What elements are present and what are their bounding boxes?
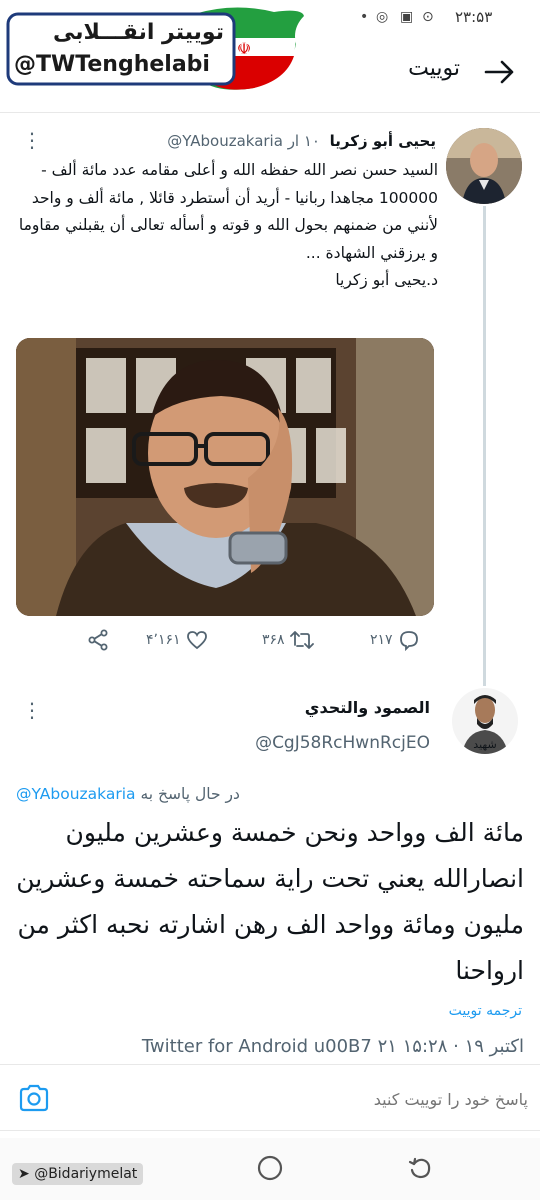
- header-divider: [0, 112, 540, 113]
- retweet-count: ۳۶۸: [262, 632, 285, 648]
- page-title: توییت: [408, 56, 460, 81]
- author-name[interactable]: الصمود والتحدي: [230, 698, 430, 717]
- meta-divider: [0, 1064, 540, 1065]
- status-time: ۲۳:۵۳: [455, 8, 493, 26]
- reply-button[interactable]: ۲۱۷: [370, 628, 421, 658]
- svg-text:شهيد: شهيد: [473, 738, 496, 751]
- circle-icon: ⊙: [422, 9, 434, 25]
- credit-badge: ➤ @Bidariymelat: [12, 1163, 144, 1185]
- like-count: ۴٬۱۶۱: [146, 632, 181, 648]
- avatar[interactable]: شهيد: [452, 688, 518, 754]
- telegram-icon: ➤: [18, 1166, 30, 1182]
- more-icon[interactable]: ⋮: [22, 698, 42, 722]
- replying-to: @YAbouzakaria در حال پاسخ به: [16, 785, 286, 803]
- watermark-logo: ☫ توییتر انقـــلابی @TWTenghelabi: [4, 4, 304, 92]
- camera-button[interactable]: [18, 1083, 50, 1113]
- avatar[interactable]: [446, 128, 522, 204]
- retweet-icon: [290, 631, 314, 649]
- share-button[interactable]: [86, 628, 110, 658]
- retweet-button[interactable]: ۳۶۸: [262, 628, 315, 658]
- reply-icon: [400, 631, 418, 652]
- compose-divider: [0, 1130, 540, 1131]
- gallery-icon: ▣: [400, 9, 414, 25]
- like-button[interactable]: ۴٬۱۶۱: [146, 628, 209, 658]
- credit-label: @Bidariymelat: [34, 1166, 138, 1182]
- thread-line: [483, 206, 486, 686]
- back-button[interactable]: [478, 52, 522, 92]
- home-circle-icon[interactable]: [256, 1154, 284, 1182]
- handle-text: @YAbouzakaria: [167, 132, 283, 150]
- back-arrow-icon: [484, 60, 514, 84]
- tweet-photo[interactable]: [16, 338, 434, 616]
- reply-to-link[interactable]: @YAbouzakaria: [16, 785, 136, 803]
- tweet-text: السيد حسن نصر الله حفظه الله و أعلى مقام…: [18, 161, 438, 289]
- reply-input[interactable]: [100, 1084, 530, 1114]
- svg-text:☫: ☫: [237, 39, 251, 58]
- author-handle[interactable]: @YAbouzakaria ۱۰ ار: [150, 132, 320, 150]
- author-handle[interactable]: @CgJ58RcHwnRcjEO: [200, 733, 430, 753]
- watermark-title: توییتر انقـــلابی: [52, 20, 224, 45]
- author-name[interactable]: يحيى أبو زكريا: [320, 132, 436, 150]
- dot-icon: •: [360, 9, 369, 25]
- translate-link[interactable]: ترجمه توییت: [320, 1003, 522, 1019]
- recent-icon[interactable]: [406, 1154, 434, 1182]
- tweet-time: ۱۰ ار: [287, 132, 320, 150]
- watermark-handle: @TWTenghelabi: [14, 52, 210, 77]
- tweet-text: مائة الف وواحد ونحن خمسة وعشرين مليون ان…: [16, 818, 524, 985]
- whatsapp-icon: ◎: [376, 9, 389, 25]
- camera-icon: [19, 1084, 49, 1112]
- reply-count: ۲۱۷: [370, 632, 393, 648]
- share-icon: [88, 629, 108, 651]
- like-icon: [187, 631, 207, 650]
- reply-prefix: در حال پاسخ به: [140, 785, 240, 803]
- more-icon[interactable]: ⋮: [22, 128, 42, 152]
- tweet-meta: Twitter for Android u00B7 ۲۱ اکتبر ۱۹ · …: [141, 1036, 524, 1057]
